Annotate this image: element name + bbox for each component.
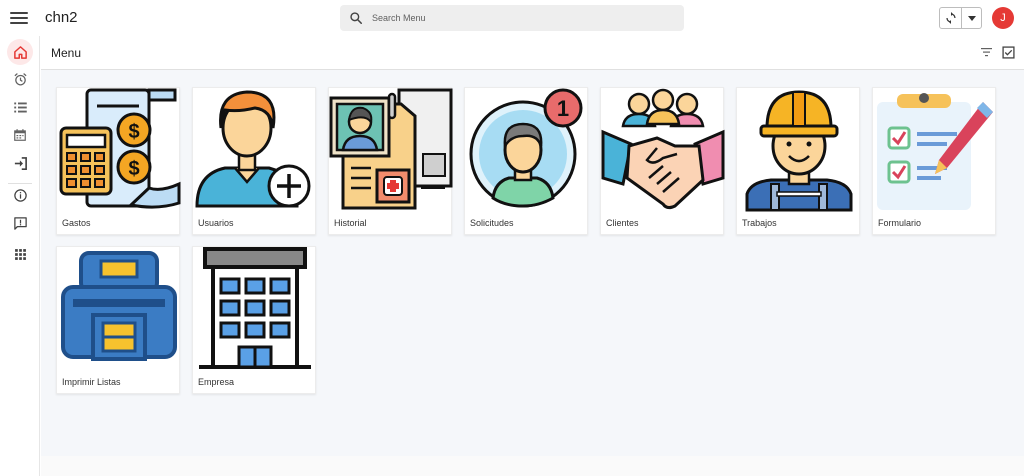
alarm-icon — [13, 72, 27, 85]
caret-down-icon — [968, 16, 976, 21]
tile-label: Formulario — [878, 218, 922, 228]
hamburger-line — [10, 12, 28, 14]
svg-text:$: $ — [128, 158, 139, 180]
sidebar — [0, 36, 40, 476]
refresh-icon — [946, 12, 956, 24]
worker-icon — [745, 90, 853, 212]
login-icon — [14, 156, 27, 170]
app-title: chn2 — [45, 9, 78, 26]
refresh-button-group — [939, 7, 982, 29]
notification-badge-count: 1 — [557, 96, 569, 121]
feedback-icon — [13, 216, 27, 230]
clipboard-checklist-icon — [877, 93, 993, 210]
tile-label: Empresa — [198, 377, 235, 387]
menu-tile-imprimir-listas[interactable]: Imprimir Listas — [56, 246, 180, 394]
page-title: Menu — [51, 46, 82, 60]
refresh-button[interactable] — [940, 8, 962, 28]
list-icon — [13, 102, 27, 112]
content-footer-area — [41, 456, 1024, 476]
filter-icon[interactable] — [981, 47, 992, 57]
menu-tile-solicitudes[interactable]: 1 Solicitudes — [464, 87, 588, 235]
medical-record-icon — [329, 88, 453, 210]
calculator-coins-icon: $ $ — [59, 88, 181, 209]
sidebar-item-home[interactable] — [7, 39, 33, 65]
select-mode-checkbox-icon[interactable] — [1002, 46, 1015, 59]
tile-label: Trabajos — [742, 218, 777, 228]
svg-text:$: $ — [128, 121, 139, 143]
calendar-icon — [14, 129, 26, 141]
menu-tile-empresa[interactable]: Empresa — [192, 246, 316, 394]
refresh-options-dropdown[interactable] — [962, 8, 982, 28]
sidebar-item-alarm[interactable] — [7, 66, 33, 92]
menu-tile-usuarios[interactable]: Usuarios — [192, 87, 316, 235]
search-bar[interactable] — [340, 5, 684, 31]
menu-tile-trabajos[interactable]: Trabajos — [736, 87, 860, 235]
user-avatar[interactable]: J — [992, 7, 1014, 29]
search-input[interactable] — [372, 8, 672, 28]
sidebar-item-login[interactable] — [7, 150, 33, 176]
notification-user-icon: 1 — [469, 88, 583, 208]
tile-label: Gastos — [62, 218, 91, 228]
sidebar-item-apps[interactable] — [7, 241, 33, 267]
info-icon — [13, 188, 27, 202]
add-user-icon — [195, 90, 311, 208]
tile-label: Solicitudes — [470, 218, 514, 228]
menu-tile-formulario[interactable]: Formulario — [872, 87, 996, 235]
sidebar-item-info[interactable] — [7, 182, 33, 208]
tile-label: Usuarios — [198, 218, 234, 228]
hamburger-line — [10, 17, 28, 19]
apps-grid-icon — [14, 248, 26, 260]
building-icon — [199, 247, 311, 369]
menu-tile-historial[interactable]: Historial — [328, 87, 453, 235]
printer-icon — [61, 251, 177, 361]
page-header: Menu — [41, 36, 1024, 70]
tile-label: Historial — [334, 218, 367, 228]
hamburger-line — [10, 22, 28, 24]
sidebar-item-list[interactable] — [7, 94, 33, 120]
home-icon — [13, 45, 27, 59]
menu-tile-gastos[interactable]: $ $ Gastos — [56, 87, 181, 235]
top-app-bar: chn2 J — [0, 0, 1024, 36]
tile-label: Clientes — [606, 218, 639, 228]
menu-toggle-button[interactable] — [10, 9, 28, 27]
handshake-icon — [601, 88, 725, 210]
search-icon — [350, 12, 363, 25]
sidebar-item-feedback[interactable] — [7, 210, 33, 236]
menu-grid: $ $ Gastos Usuarios Historial 1 Solicitu… — [41, 70, 1024, 456]
tile-label: Imprimir Listas — [62, 377, 121, 387]
sidebar-item-calendar[interactable] — [7, 122, 33, 148]
menu-tile-clientes[interactable]: Clientes — [600, 87, 725, 235]
